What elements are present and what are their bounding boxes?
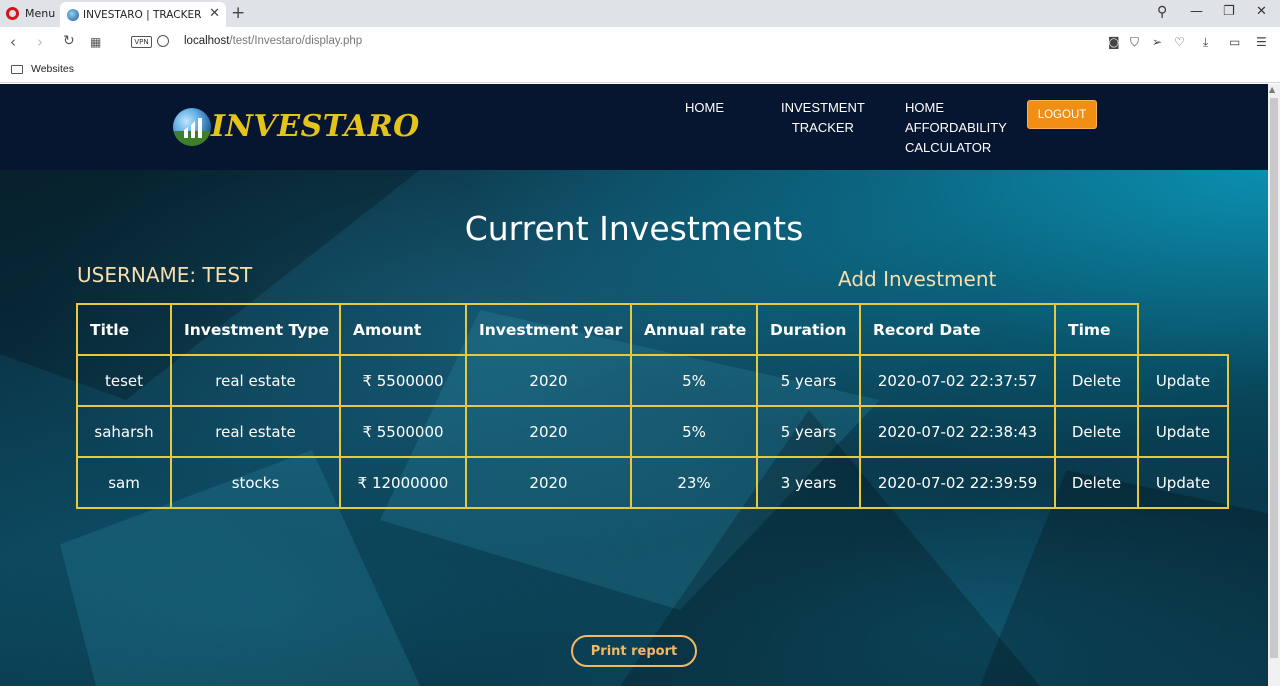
cell-record-date: 2020-07-02 22:39:59: [859, 456, 1056, 509]
column-header: Time: [1054, 303, 1139, 356]
nav-afford-line1: HOME: [905, 100, 944, 115]
column-header: Annual rate: [630, 303, 758, 356]
table-row: teset real estate ₹ 5500000 2020 5% 5 ye…: [76, 354, 1229, 407]
reload-icon[interactable]: ↻: [63, 33, 75, 49]
nav-afford-line3: CALCULATOR: [905, 140, 992, 155]
cell-rate: 23%: [630, 456, 758, 509]
heart-icon[interactable]: ♡: [1174, 35, 1185, 49]
download-icon[interactable]: ⤓: [1203, 35, 1208, 50]
minimize-icon[interactable]: —: [1190, 4, 1203, 19]
column-header: Duration: [756, 303, 861, 356]
add-investment-link[interactable]: Add Investment: [838, 267, 996, 291]
opera-logo-icon: [6, 7, 19, 20]
investments-table: Title Investment Type Amount Investment …: [76, 303, 1229, 509]
delete-link[interactable]: Delete: [1054, 456, 1139, 509]
column-header: Amount: [339, 303, 467, 356]
nav-tracker-line1: INVESTMENT: [781, 100, 865, 115]
url-field[interactable]: localhost/test/Investaro/display.php: [184, 35, 362, 47]
nav-home-label: HOME: [685, 100, 724, 115]
print-report-button[interactable]: Print report: [571, 635, 697, 667]
update-link[interactable]: Update: [1137, 456, 1229, 509]
globe-icon: [157, 35, 169, 47]
speed-dial-icon[interactable]: ▦: [90, 35, 101, 49]
table-row: saharsh real estate ₹ 5500000 2020 5% 5 …: [76, 405, 1229, 458]
logout-button[interactable]: LOGOUT: [1027, 100, 1097, 129]
favicon-icon: [67, 8, 79, 21]
cell-year: 2020: [465, 354, 632, 407]
table-header-row: Title Investment Type Amount Investment …: [76, 303, 1228, 356]
scroll-up-icon[interactable]: ▲: [1269, 85, 1275, 94]
back-icon[interactable]: ‹: [10, 33, 16, 51]
update-link[interactable]: Update: [1137, 354, 1229, 407]
browser-tab[interactable]: INVESTARO | TRACKER ✕: [60, 2, 226, 27]
shield-icon[interactable]: ⛉: [1130, 35, 1139, 50]
table-row: sam stocks ₹ 12000000 2020 23% 3 years 2…: [76, 456, 1229, 509]
close-window-icon[interactable]: ✕: [1256, 4, 1267, 19]
restore-icon[interactable]: ❐: [1223, 4, 1235, 19]
nav-afford-line2: AFFORDABILITY: [905, 120, 1007, 135]
logo-globe-icon: [173, 108, 211, 146]
easy-setup-icon[interactable]: ☰: [1256, 35, 1267, 49]
column-header: Title: [76, 303, 172, 356]
cell-record-date: 2020-07-02 22:37:57: [859, 354, 1056, 407]
new-tab-icon[interactable]: +: [231, 3, 245, 23]
cell-record-date: 2020-07-02 22:38:43: [859, 405, 1056, 458]
browser-menu-label: Menu: [25, 7, 56, 20]
send-icon[interactable]: ➢: [1152, 35, 1162, 49]
cell-type: real estate: [170, 405, 341, 458]
vpn-badge[interactable]: VPN: [131, 36, 152, 48]
bookmarks-bar: Websites: [0, 57, 1280, 83]
cell-rate: 5%: [630, 354, 758, 407]
cell-duration: 5 years: [756, 354, 861, 407]
scrollbar-thumb[interactable]: [1270, 98, 1278, 658]
nav-tracker-line2: TRACKER: [791, 120, 854, 135]
cell-year: 2020: [465, 456, 632, 509]
cell-year: 2020: [465, 405, 632, 458]
address-bar: ‹ › ↻ ▦ VPN localhost/test/Investaro/dis…: [0, 27, 1280, 57]
cell-title: teset: [76, 354, 172, 407]
cell-title: sam: [76, 456, 172, 509]
browser-menu-button[interactable]: Menu: [6, 5, 55, 22]
nav-home-affordability-calculator[interactable]: HOME AFFORDABILITY CALCULATOR: [905, 98, 1007, 158]
cell-title: saharsh: [76, 405, 172, 458]
delete-link[interactable]: Delete: [1054, 405, 1139, 458]
tab-title: INVESTARO | TRACKER: [83, 8, 202, 21]
url-host: localhost: [184, 35, 230, 47]
delete-link[interactable]: Delete: [1054, 354, 1139, 407]
cell-rate: 5%: [630, 405, 758, 458]
site-header: INVESTARO HOME INVESTMENT TRACKER HOME A…: [0, 84, 1268, 170]
column-header: Investment Type: [170, 303, 341, 356]
site-logo[interactable]: INVESTARO: [211, 109, 420, 144]
search-icon[interactable]: ⚲: [1157, 4, 1167, 20]
page-scrollbar[interactable]: ▲: [1268, 84, 1280, 686]
update-link[interactable]: Update: [1137, 405, 1229, 458]
column-header-empty: [1138, 304, 1228, 356]
column-header: Record Date: [859, 303, 1056, 356]
forward-icon[interactable]: ›: [37, 33, 43, 51]
camera-icon[interactable]: ◙: [1108, 35, 1120, 49]
browser-tab-bar: Menu INVESTARO | TRACKER ✕ + ⚲ — ❐ ✕: [0, 0, 1280, 27]
nav-home[interactable]: HOME: [685, 98, 724, 118]
cell-amount: ₹ 5500000: [339, 405, 467, 458]
url-path: /test/Investaro/display.php: [229, 35, 363, 47]
folder-icon: [11, 65, 23, 74]
cell-type: stocks: [170, 456, 341, 509]
username-label: USERNAME: TEST: [77, 263, 253, 287]
cell-duration: 3 years: [756, 456, 861, 509]
cell-amount: ₹ 5500000: [339, 354, 467, 407]
page-viewport: INVESTARO HOME INVESTMENT TRACKER HOME A…: [0, 84, 1268, 686]
cell-amount: ₹ 12000000: [339, 456, 467, 509]
page-title: Current Investments: [464, 209, 804, 248]
nav-investment-tracker[interactable]: INVESTMENT TRACKER: [781, 98, 865, 138]
close-tab-icon[interactable]: ✕: [209, 6, 220, 21]
battery-icon[interactable]: ▭: [1229, 35, 1240, 49]
cell-duration: 5 years: [756, 405, 861, 458]
column-header: Investment year: [465, 303, 632, 356]
cell-type: real estate: [170, 354, 341, 407]
bookmark-websites[interactable]: Websites: [31, 63, 74, 75]
